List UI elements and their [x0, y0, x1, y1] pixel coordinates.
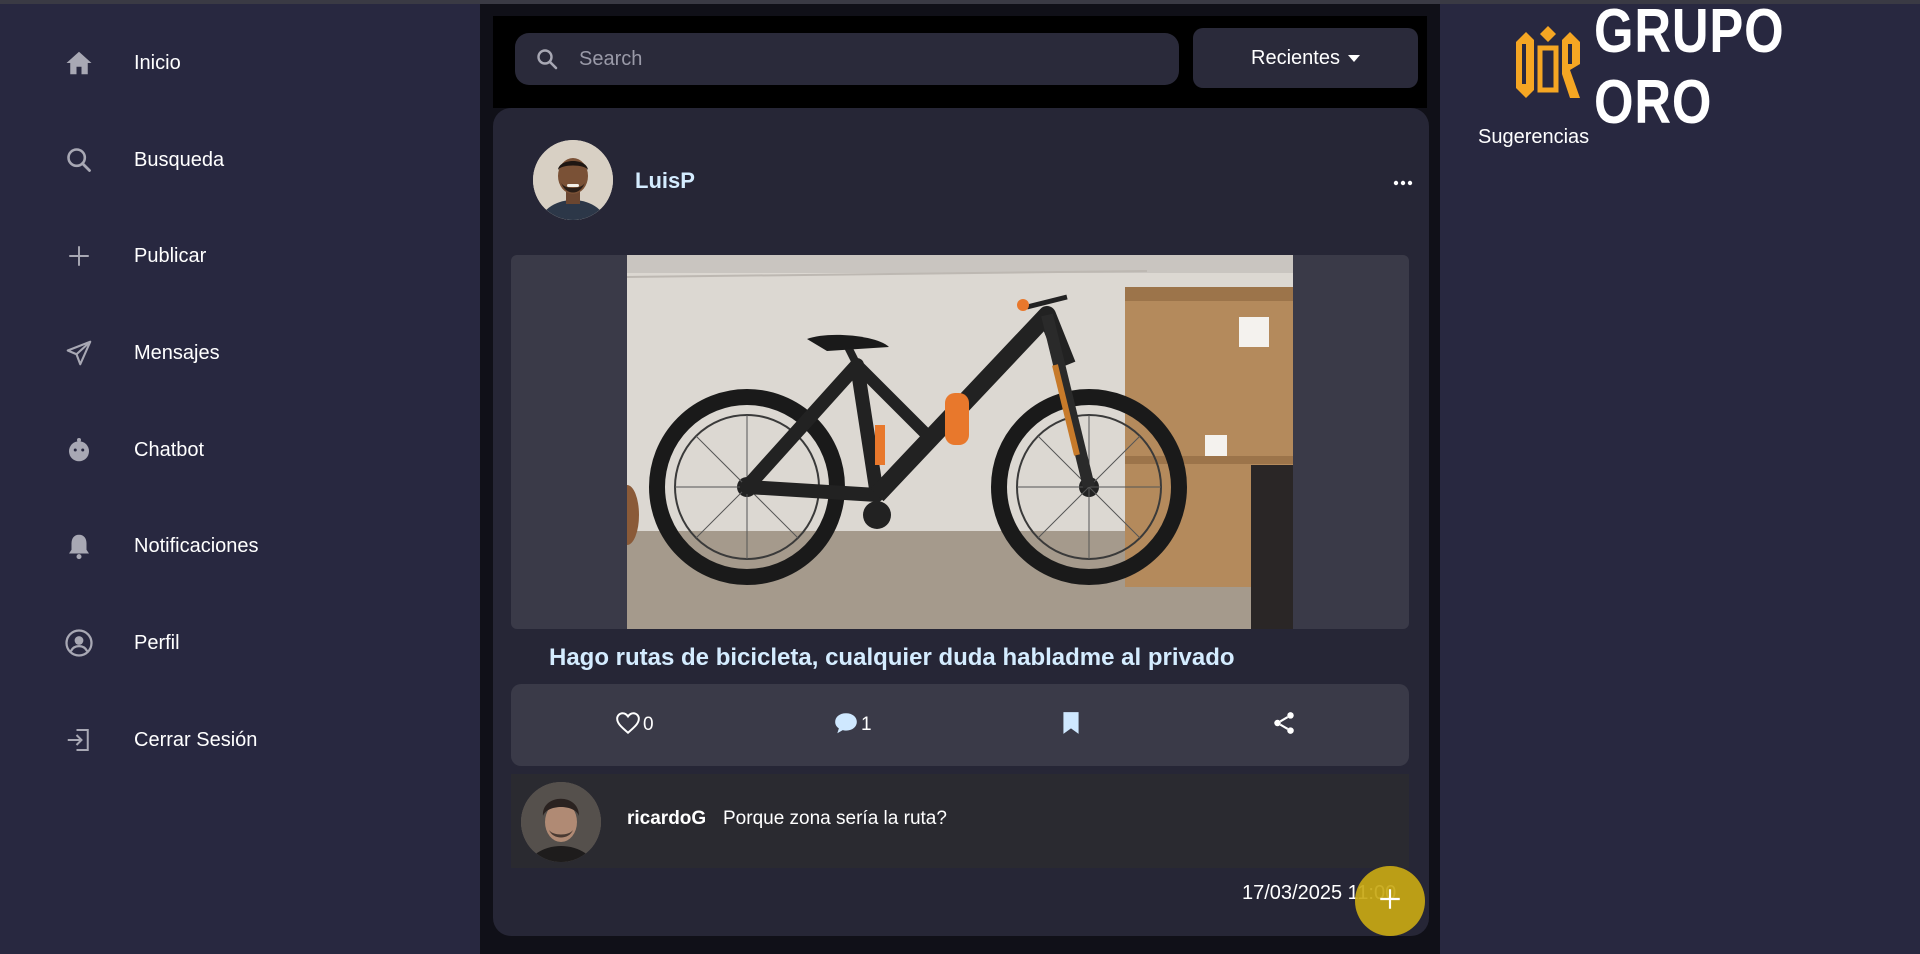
- comment-count: 1: [861, 714, 872, 735]
- sidebar-item-cerrar-sesion[interactable]: Cerrar Sesión: [58, 714, 438, 766]
- heart-icon: [615, 711, 641, 740]
- feed-toolbar: Recientes: [493, 16, 1427, 108]
- sidebar-item-label: Cerrar Sesión: [134, 728, 258, 751]
- share-button[interactable]: [1271, 708, 1297, 742]
- search-icon: [58, 139, 100, 181]
- user-circle-icon: [58, 622, 100, 664]
- sidebar: Inicio Busqueda Publicar Mensajes Chatbo…: [0, 4, 480, 954]
- sidebar-item-label: Mensajes: [134, 341, 220, 364]
- bot-icon: [58, 429, 100, 471]
- search-icon: [533, 45, 561, 73]
- more-options-icon[interactable]: [1391, 176, 1415, 188]
- like-count: 0: [643, 714, 654, 735]
- add-post-button[interactable]: [1355, 866, 1425, 936]
- sort-dropdown[interactable]: Recientes: [1193, 28, 1418, 88]
- sidebar-item-inicio[interactable]: Inicio: [58, 37, 438, 89]
- logout-icon: [58, 719, 100, 761]
- caret-down-icon: [1347, 54, 1360, 62]
- plus-icon: [1377, 886, 1403, 917]
- comment-button[interactable]: 1: [833, 708, 872, 742]
- author-avatar[interactable]: [533, 140, 613, 220]
- sidebar-item-label: Perfil: [134, 631, 180, 654]
- plus-icon: [58, 235, 100, 277]
- comment-avatar[interactable]: [521, 782, 601, 862]
- bookmark-icon: [1060, 710, 1082, 741]
- search-input[interactable]: [577, 46, 1141, 72]
- sidebar-item-label: Notificaciones: [134, 534, 259, 557]
- post-card: LuisP Hago rutas de bicicleta, cualquier…: [493, 108, 1429, 936]
- home-icon: [58, 42, 100, 84]
- brand-logo[interactable]: GRUPO ORO: [1512, 0, 1920, 137]
- sidebar-item-label: Busqueda: [134, 148, 225, 171]
- suggestions-title: Sugerencias: [1478, 126, 1590, 148]
- sidebar-item-perfil[interactable]: Perfil: [58, 617, 438, 669]
- post-image[interactable]: [627, 255, 1293, 629]
- post-actions-bar: 0 1: [511, 684, 1409, 766]
- bookmark-button[interactable]: [1060, 708, 1082, 742]
- sidebar-item-publicar[interactable]: Publicar: [58, 230, 438, 282]
- comment-icon: [833, 711, 859, 740]
- post-media: [511, 255, 1409, 629]
- sort-dropdown-label: Recientes: [1251, 46, 1340, 69]
- sidebar-item-label: Inicio: [134, 51, 181, 74]
- send-icon: [58, 332, 100, 374]
- brand-name: GRUPO ORO: [1594, 0, 1785, 137]
- post-caption: Hago rutas de bicicleta, cualquier duda …: [549, 644, 1235, 671]
- post-author-name[interactable]: LuisP: [635, 168, 695, 194]
- like-button[interactable]: 0: [615, 708, 654, 742]
- sidebar-item-notificaciones[interactable]: Notificaciones: [58, 520, 438, 572]
- search-bar[interactable]: [515, 33, 1179, 85]
- sidebar-item-mensajes[interactable]: Mensajes: [58, 327, 438, 379]
- sidebar-item-label: Chatbot: [134, 438, 205, 461]
- right-panel: GRUPO ORO Sugerencias: [1440, 0, 1920, 954]
- feed: Recientes LuisP: [480, 4, 1440, 954]
- sidebar-item-chatbot[interactable]: Chatbot: [58, 424, 438, 476]
- comment-item: ricardoG Porque zona sería la ruta?: [511, 774, 1409, 868]
- bell-icon: [58, 525, 100, 567]
- oro-logo-icon: [1512, 24, 1584, 111]
- share-icon: [1271, 710, 1297, 741]
- sidebar-item-busqueda[interactable]: Busqueda: [58, 134, 438, 186]
- comment-username[interactable]: ricardoG: [627, 808, 706, 830]
- comment-text: Porque zona sería la ruta?: [723, 808, 947, 829]
- sidebar-item-label: Publicar: [134, 244, 207, 267]
